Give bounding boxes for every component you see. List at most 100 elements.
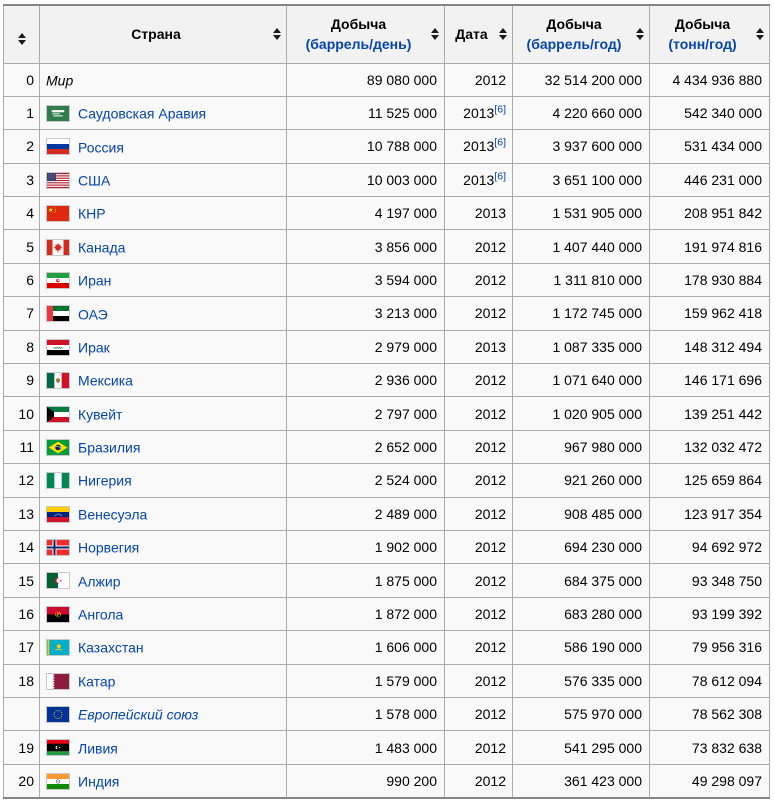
sort-icon[interactable] <box>273 28 281 40</box>
sort-icon[interactable] <box>18 33 26 45</box>
country-link[interactable]: Ливия <box>78 740 118 756</box>
rank-cell: 3 <box>4 163 40 196</box>
ao-flag-icon[interactable] <box>46 606 70 623</box>
production-tpy-cell: 78 562 308 <box>650 697 770 730</box>
footnote-ref: [6] <box>494 103 506 115</box>
production-bpy-cell: 1 172 745 000 <box>513 297 650 330</box>
reference-link[interactable]: [6] <box>494 137 506 149</box>
qa-flag-icon[interactable] <box>46 673 70 690</box>
country-link[interactable]: Катар <box>78 673 115 689</box>
production-bpy-cell: 575 970 000 <box>513 697 650 730</box>
date-value: 2012 <box>475 272 506 288</box>
column-header-country[interactable]: Страна <box>40 5 287 63</box>
country-cell: Венесуэла <box>40 497 287 530</box>
reference-link[interactable]: [6] <box>494 170 506 182</box>
country-link[interactable]: Мексика <box>78 373 133 389</box>
footnote-ref: [6] <box>494 170 506 182</box>
column-header-bpd[interactable]: Добыча(баррель/день) <box>287 5 445 63</box>
production-bpy-cell: 684 375 000 <box>513 564 650 597</box>
date-value: 2012 <box>475 372 506 388</box>
country-cell: Норвегия <box>40 530 287 563</box>
rank-cell: 12 <box>4 464 40 497</box>
date-value: 2012 <box>475 539 506 555</box>
table-row: 18Катар1 579 0002012576 335 00078 612 09… <box>4 664 770 697</box>
country-link[interactable]: Венесуэла <box>78 506 147 522</box>
table-row: 0Мир89 080 000201232 514 200 0004 434 93… <box>4 63 770 96</box>
ve-flag-icon[interactable] <box>46 506 70 523</box>
column-header-tpy[interactable]: Добыча(тонн/год) <box>650 5 770 63</box>
country-link[interactable]: Алжир <box>78 573 120 589</box>
country-link[interactable]: Иран <box>78 272 111 288</box>
ly-flag-icon[interactable] <box>46 739 70 756</box>
country-link[interactable]: Европейский союз <box>78 707 198 723</box>
country-cell: КНР <box>40 197 287 230</box>
country-link[interactable]: Кувейт <box>78 406 122 422</box>
country-cell: Европейский союз <box>40 697 287 730</box>
production-bpd-cell: 2 936 000 <box>287 364 445 397</box>
br-flag-icon[interactable] <box>46 439 70 456</box>
cn-flag-icon[interactable] <box>46 205 70 222</box>
ca-flag-icon[interactable] <box>46 239 70 256</box>
production-bpd-cell: 1 872 000 <box>287 597 445 630</box>
oil-production-table: СтранаДобыча(баррель/день)ДатаДобыча(бар… <box>3 4 770 799</box>
date-cell: 2012 <box>445 564 513 597</box>
in-flag-icon[interactable] <box>46 773 70 790</box>
date-value: 2012 <box>475 673 506 689</box>
country-link[interactable]: Индия <box>78 773 119 789</box>
country-cell: Мексика <box>40 364 287 397</box>
sort-icon[interactable] <box>431 28 439 40</box>
reference-link[interactable]: [6] <box>494 103 506 115</box>
sort-icon[interactable] <box>499 28 507 40</box>
production-tpy-cell: 78 612 094 <box>650 664 770 697</box>
date-cell: 2012 <box>445 764 513 797</box>
unit-link[interactable]: (тонн/год) <box>668 36 736 52</box>
production-bpd-cell: 11 525 000 <box>287 96 445 129</box>
country-link[interactable]: США <box>78 172 110 188</box>
country-cell: Индия <box>40 764 287 797</box>
table-row: Европейский союз1 578 0002012575 970 000… <box>4 697 770 730</box>
kw-flag-icon[interactable] <box>46 406 70 423</box>
dz-flag-icon[interactable] <box>46 572 70 589</box>
us-flag-icon[interactable] <box>46 172 70 189</box>
country-link[interactable]: Норвегия <box>78 540 139 556</box>
production-bpd-cell: 1 578 000 <box>287 697 445 730</box>
sort-icon[interactable] <box>756 28 764 40</box>
production-tpy-cell: 159 962 418 <box>650 297 770 330</box>
country-link[interactable]: Казахстан <box>78 640 144 656</box>
column-header-rank[interactable] <box>4 5 40 63</box>
country-link[interactable]: ОАЭ <box>78 306 108 322</box>
country-link[interactable]: Бразилия <box>78 439 140 455</box>
kz-flag-icon[interactable] <box>46 639 70 656</box>
sort-icon[interactable] <box>636 28 644 40</box>
country-link[interactable]: Канада <box>78 239 125 255</box>
unit-link[interactable]: (баррель/год) <box>527 36 622 52</box>
mx-flag-icon[interactable] <box>46 372 70 389</box>
sa-flag-icon[interactable] <box>46 105 70 122</box>
production-bpy-cell: 3 651 100 000 <box>513 163 650 196</box>
unit-link[interactable]: (баррель/день) <box>306 36 412 52</box>
production-tpy-cell: 531 434 000 <box>650 130 770 163</box>
country-cell: Нигерия <box>40 464 287 497</box>
eu-flag-icon[interactable] <box>46 706 70 723</box>
ir-flag-icon[interactable] <box>46 272 70 289</box>
column-header-bpy[interactable]: Добыча(баррель/год) <box>513 5 650 63</box>
ng-flag-icon[interactable] <box>46 472 70 489</box>
date-value: 2012 <box>475 639 506 655</box>
ru-flag-icon[interactable] <box>46 138 70 155</box>
production-tpy-cell: 542 340 000 <box>650 96 770 129</box>
date-cell: 2013[6] <box>445 96 513 129</box>
country-link[interactable]: Нигерия <box>78 473 132 489</box>
ae-flag-icon[interactable] <box>46 305 70 322</box>
country-link[interactable]: Ангола <box>78 606 123 622</box>
country-cell: ОАЭ <box>40 297 287 330</box>
column-header-date[interactable]: Дата <box>445 5 513 63</box>
country-link[interactable]: Саудовская Аравия <box>78 105 206 121</box>
country-link[interactable]: Россия <box>78 139 124 155</box>
iq-flag-icon[interactable] <box>46 339 70 356</box>
no-flag-icon[interactable] <box>46 539 70 556</box>
country-link[interactable]: КНР <box>78 206 106 222</box>
country-link[interactable]: Ирак <box>78 339 110 355</box>
rank-cell: 11 <box>4 430 40 463</box>
production-bpy-cell: 694 230 000 <box>513 530 650 563</box>
production-bpy-cell: 967 980 000 <box>513 430 650 463</box>
